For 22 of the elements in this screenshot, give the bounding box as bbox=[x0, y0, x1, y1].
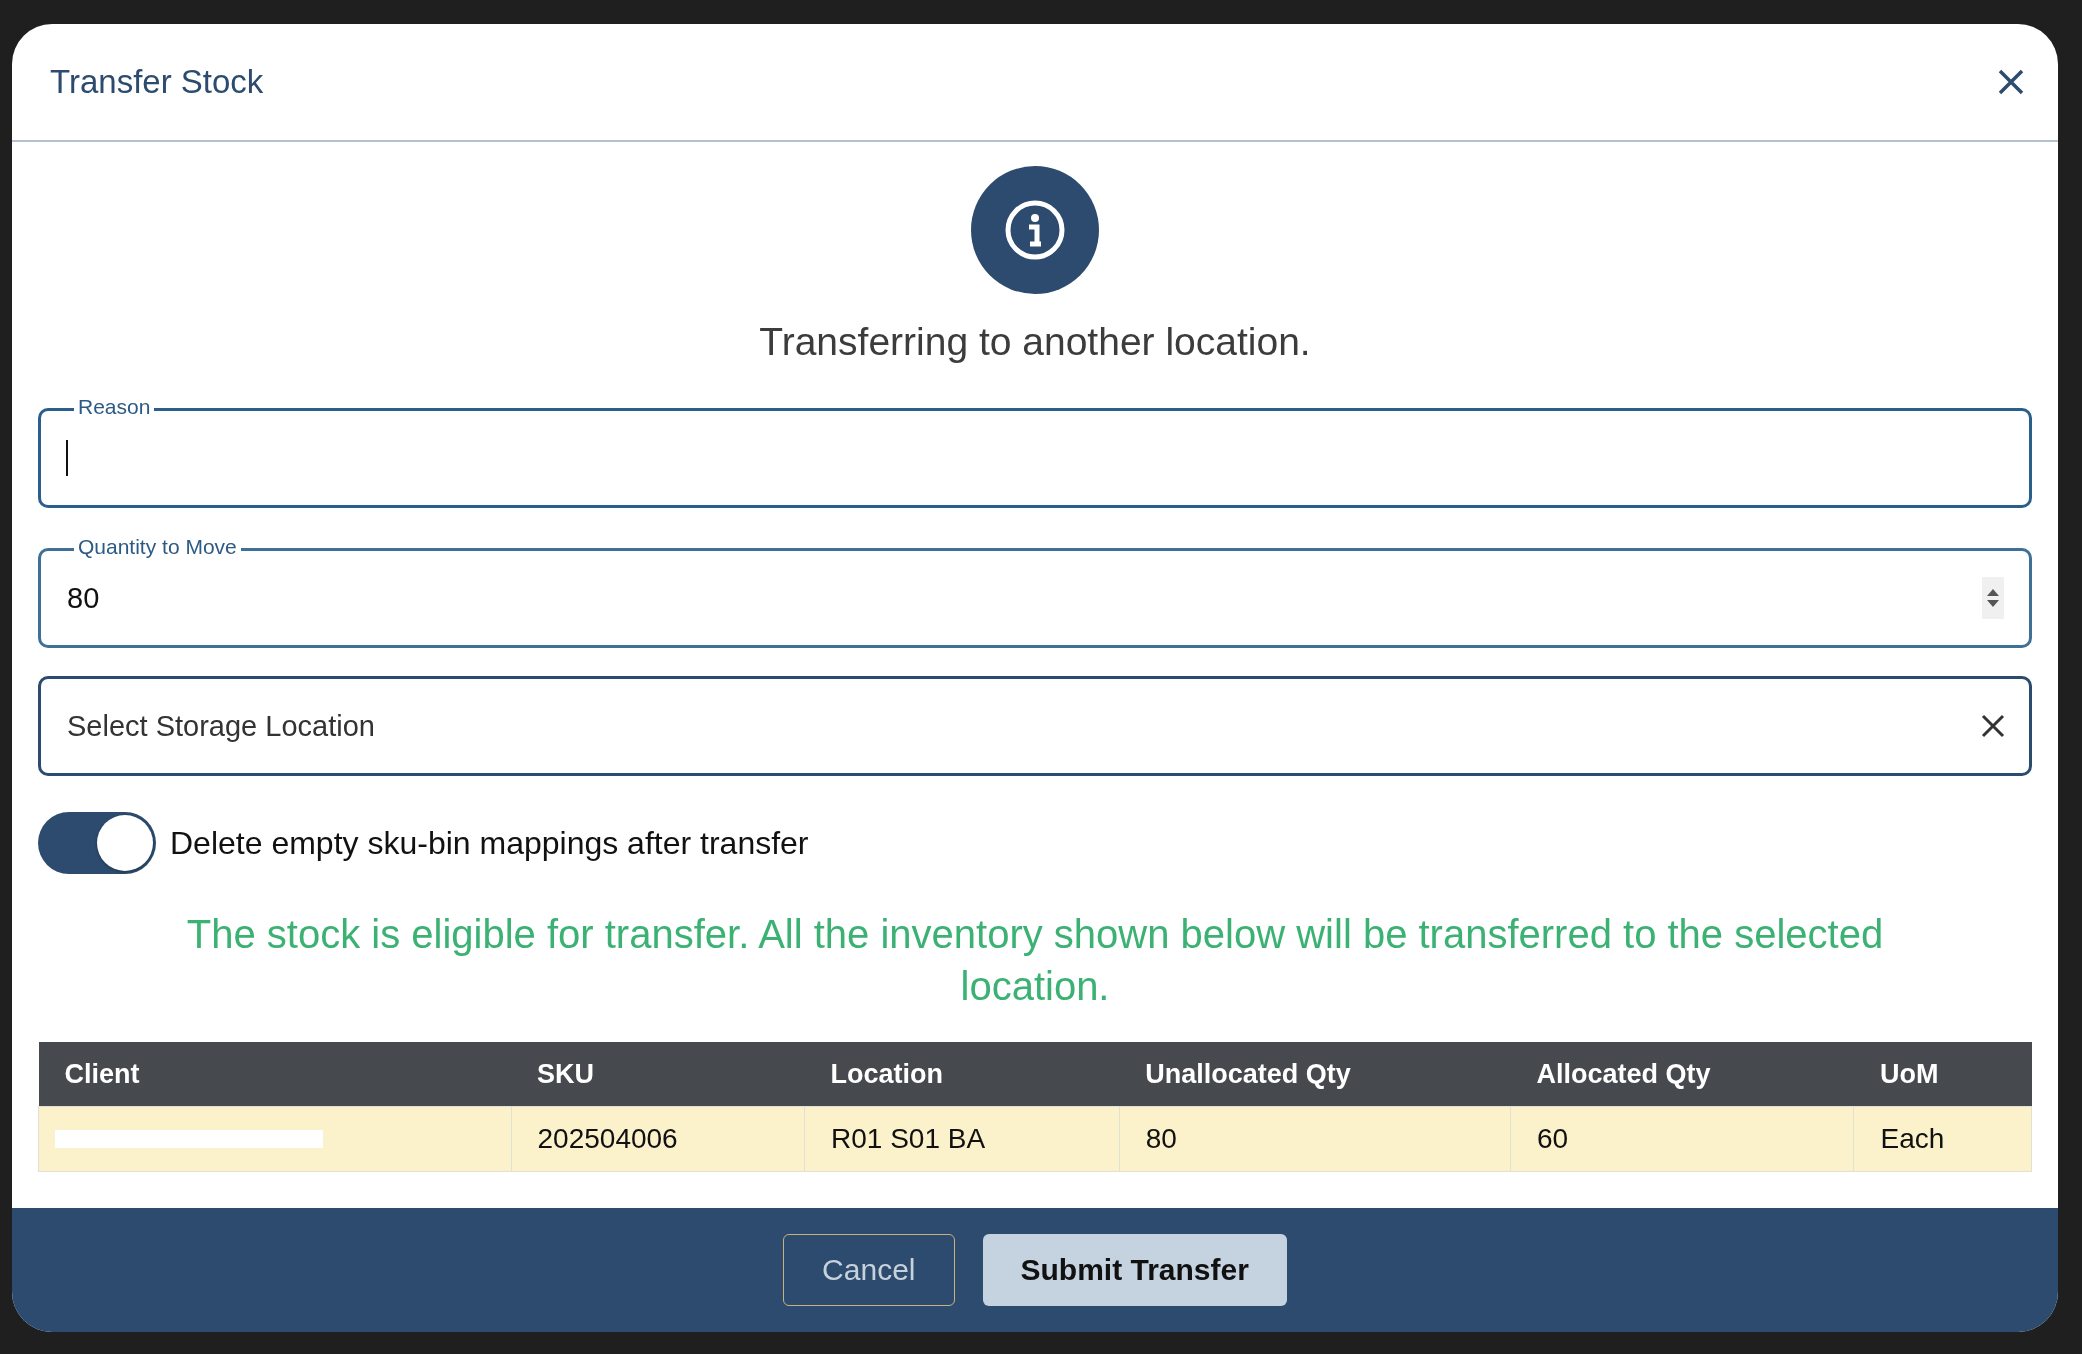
submit-button[interactable]: Submit Transfer bbox=[982, 1234, 1287, 1306]
location-select[interactable]: Select Storage Location bbox=[38, 676, 2032, 776]
clear-icon[interactable] bbox=[1981, 714, 2005, 738]
dialog-title: Transfer Stock bbox=[50, 63, 264, 101]
table-cell: Each bbox=[1853, 1106, 2032, 1172]
spinner-icon[interactable] bbox=[1982, 577, 2004, 619]
cancel-button[interactable]: Cancel bbox=[783, 1234, 955, 1306]
table-cell: 80 bbox=[1119, 1106, 1511, 1172]
dialog-message: Transferring to another location. bbox=[758, 320, 1312, 364]
info-icon bbox=[971, 166, 1099, 294]
table-cell: R01 S01 BA bbox=[804, 1106, 1120, 1172]
eligibility-notice: The stock is eligible for transfer. All the inventory shown below will be transferred to the selected location. bbox=[185, 911, 1885, 1010]
toggle-label: Delete empty sku-bin mappings after transfer bbox=[170, 824, 809, 862]
column-header: Allocated Qty bbox=[1510, 1042, 1854, 1107]
column-header: Unallocated Qty bbox=[1119, 1042, 1511, 1107]
column-header: SKU bbox=[511, 1042, 805, 1107]
text-cursor bbox=[66, 440, 68, 476]
table-cell: 202504006 bbox=[511, 1106, 805, 1172]
column-header: Client bbox=[38, 1042, 512, 1107]
column-header: Location bbox=[804, 1042, 1120, 1107]
table-cell: 60 bbox=[1510, 1106, 1854, 1172]
column-header: UoM bbox=[1853, 1042, 2032, 1107]
